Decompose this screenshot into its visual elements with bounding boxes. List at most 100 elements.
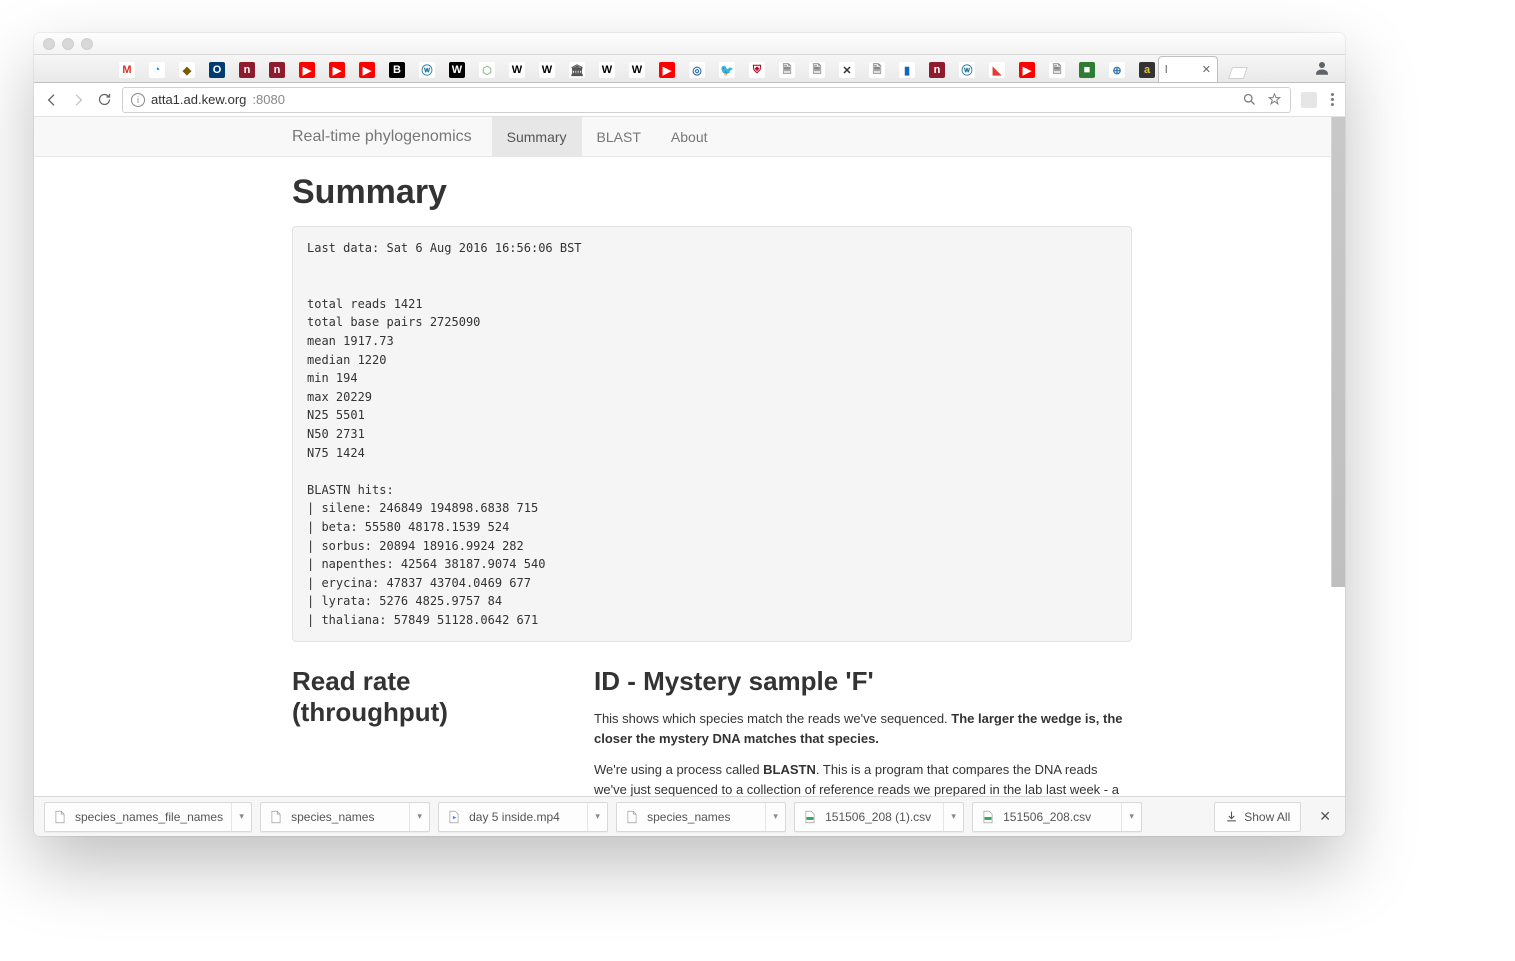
traffic-light-close[interactable]: [43, 38, 55, 50]
tab-flame[interactable]: ◣: [982, 58, 1012, 82]
tab-book[interactable]: ▮: [892, 58, 922, 82]
tab-o-square[interactable]: O: [202, 58, 232, 82]
tab-hex[interactable]: ⬡: [472, 58, 502, 82]
address-bar-row: i atta1.ad.kew.org:8080: [34, 83, 1345, 117]
tab-globe[interactable]: ◎: [682, 58, 712, 82]
wp-2-icon: ⓦ: [959, 62, 975, 78]
doc-2-icon: 🗎: [809, 62, 825, 78]
new-tab-button[interactable]: [1226, 64, 1248, 82]
tab-wiki-1[interactable]: W: [502, 58, 532, 82]
nav-blast[interactable]: BLAST: [582, 117, 656, 157]
tab-twitter[interactable]: 🐦: [712, 58, 742, 82]
tab-bank[interactable]: 🏛: [562, 58, 592, 82]
download-item[interactable]: species_names_file_names ▾: [44, 802, 252, 832]
tab-gmail[interactable]: M: [112, 58, 142, 82]
download-item[interactable]: day 5 inside.mp4▾: [438, 802, 608, 832]
download-filename: species_names: [291, 810, 374, 824]
nav-reload-icon[interactable]: [96, 92, 112, 108]
scrollbar[interactable]: [1331, 117, 1345, 587]
wiki-3-icon: W: [599, 62, 615, 78]
nav-about[interactable]: About: [656, 117, 723, 157]
browser-menu-icon[interactable]: [1331, 93, 1335, 106]
file-icon: [269, 809, 283, 825]
mystery-para-1a: This shows which species match the reads…: [594, 711, 951, 726]
nav-back-icon[interactable]: [44, 92, 60, 108]
tab-at-sq[interactable]: a: [1132, 58, 1162, 82]
diamond-icon: ◆: [179, 62, 195, 78]
twitter-icon: 🐦: [719, 62, 735, 78]
tab-wp-2[interactable]: ⓦ: [952, 58, 982, 82]
tab-doc-1[interactable]: 🗎: [772, 58, 802, 82]
tab-w-black[interactable]: W: [442, 58, 472, 82]
extension-icon[interactable]: [1301, 92, 1317, 108]
tab-doc-2[interactable]: 🗎: [802, 58, 832, 82]
traffic-light-minimize[interactable]: [62, 38, 74, 50]
tab-doc-4[interactable]: 🗎: [1042, 58, 1072, 82]
tab-shield[interactable]: ⛨: [742, 58, 772, 82]
download-item[interactable]: 151506_208 (1).csv ▾: [794, 802, 964, 832]
download-menu-chevron-icon[interactable]: ▾: [409, 803, 429, 831]
download-item[interactable]: species_names ▾: [260, 802, 430, 832]
download-item[interactable]: 151506_208.csv▾: [972, 802, 1142, 832]
tab-yt-4[interactable]: ▶: [652, 58, 682, 82]
active-tab[interactable]: l ✕: [1158, 56, 1218, 82]
zoom-icon[interactable]: [1242, 92, 1257, 107]
download-filename: 151506_208 (1).csv: [825, 810, 931, 824]
w-black-icon: W: [449, 62, 465, 78]
tab-doc-3[interactable]: 🗎: [862, 58, 892, 82]
site-info-icon[interactable]: i: [131, 93, 145, 107]
close-tab-icon[interactable]: ✕: [1202, 63, 1211, 76]
n-sq-2-icon: n: [269, 62, 285, 78]
tab-python[interactable]: ⊕: [1102, 58, 1132, 82]
tab-wiki-2[interactable]: W: [532, 58, 562, 82]
tab-n-sq-3[interactable]: n: [922, 58, 952, 82]
file-icon: [447, 809, 461, 825]
python-icon: ⊕: [1109, 62, 1125, 78]
mystery-para-2a: We're using a process called: [594, 762, 763, 777]
tab-bug[interactable]: ✕: [832, 58, 862, 82]
tab-yt-2[interactable]: ▶: [322, 58, 352, 82]
tab-wiki-3[interactable]: W: [592, 58, 622, 82]
download-menu-chevron-icon[interactable]: ▾: [587, 803, 607, 831]
profile-avatar-icon[interactable]: [1313, 59, 1331, 77]
yt-5-icon: ▶: [1019, 62, 1035, 78]
bookmark-star-icon[interactable]: [1267, 92, 1282, 107]
tab-tool-c[interactable]: ◔: [142, 58, 172, 82]
download-item[interactable]: species_names ▾: [616, 802, 786, 832]
page-viewport: Real-time phylogenomics SummaryBLASTAbou…: [34, 117, 1345, 836]
download-menu-chevron-icon[interactable]: ▾: [943, 803, 963, 831]
tab-wiki-4[interactable]: W: [622, 58, 652, 82]
wp-1-icon: ⓦ: [419, 62, 435, 78]
tab-b-black[interactable]: B: [382, 58, 412, 82]
downloads-bar: species_names_file_names▾species_names▾d…: [34, 796, 1345, 836]
download-menu-chevron-icon[interactable]: ▾: [231, 803, 251, 831]
tab-wp-1[interactable]: ⓦ: [412, 58, 442, 82]
traffic-light-zoom[interactable]: [81, 38, 93, 50]
tab-yt-1[interactable]: ▶: [292, 58, 322, 82]
downloads-show-all[interactable]: Show All: [1214, 802, 1301, 832]
download-menu-chevron-icon[interactable]: ▾: [1121, 803, 1141, 831]
tab-yt-5[interactable]: ▶: [1012, 58, 1042, 82]
wiki-2-icon: W: [539, 62, 555, 78]
summary-well: Last data: Sat 6 Aug 2016 16:56:06 BST t…: [292, 226, 1132, 642]
yt-4-icon: ▶: [659, 62, 675, 78]
tab-diamond[interactable]: ◆: [172, 58, 202, 82]
tool-c-icon: ◔: [149, 62, 165, 78]
tab-green-sq[interactable]: ■: [1072, 58, 1102, 82]
tab-n-sq-2[interactable]: n: [262, 58, 292, 82]
globe-icon: ◎: [689, 62, 705, 78]
omnibox[interactable]: i atta1.ad.kew.org:8080: [122, 87, 1291, 113]
downloads-close-icon[interactable]: ✕: [1315, 804, 1335, 829]
navbar-brand[interactable]: Real-time phylogenomics: [292, 128, 472, 146]
download-filename: species_names: [647, 810, 730, 824]
download-menu-chevron-icon[interactable]: ▾: [765, 803, 785, 831]
bug-icon: ✕: [839, 62, 855, 78]
mystery-para-1: This shows which species match the reads…: [594, 709, 1132, 748]
at-sq-icon: a: [1139, 62, 1155, 78]
download-filename: species_names_file_names: [75, 810, 223, 824]
tab-yt-3[interactable]: ▶: [352, 58, 382, 82]
page-title: Summary: [292, 173, 1132, 212]
nav-summary[interactable]: Summary: [492, 117, 582, 157]
tab-n-sq-1[interactable]: n: [232, 58, 262, 82]
mystery-para-2b: BLASTN: [763, 762, 816, 777]
